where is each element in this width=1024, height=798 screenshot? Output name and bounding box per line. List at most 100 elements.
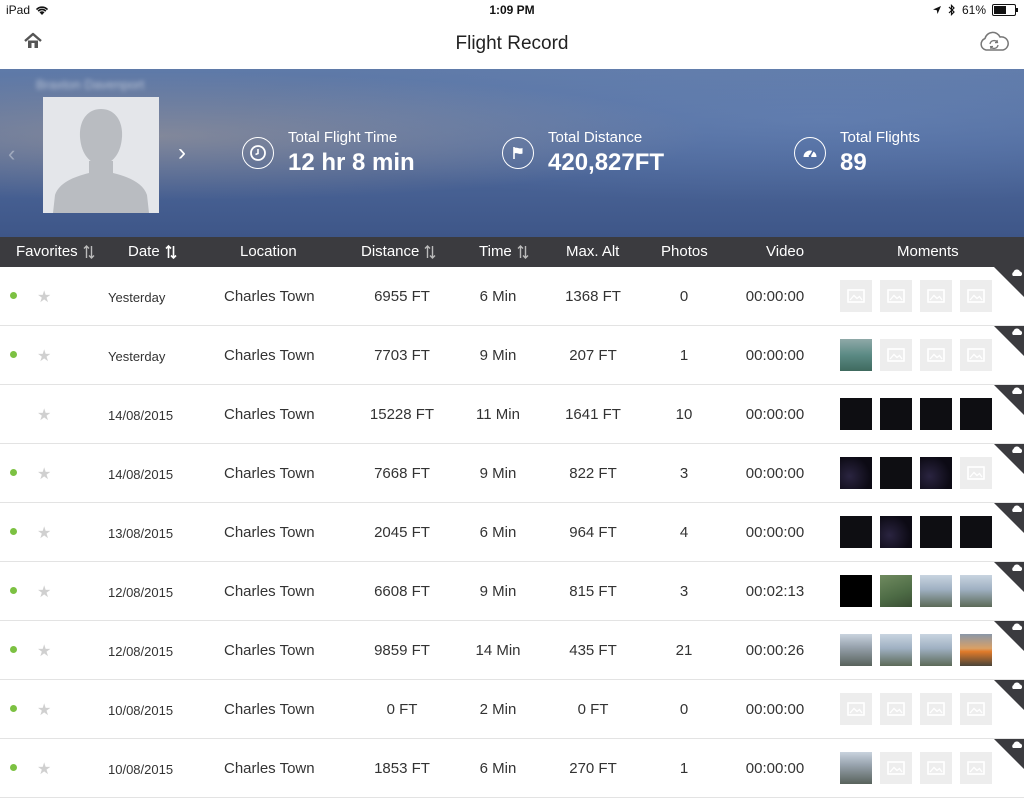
column-label: Max. Alt (566, 243, 620, 260)
cell-date: 10/08/2015 (108, 703, 174, 718)
moment-thumbnail[interactable] (960, 398, 992, 430)
cloud-sync-button[interactable] (978, 30, 1010, 54)
cell-distance: 6955 FT (374, 288, 430, 305)
favorite-star-icon[interactable]: ★ (37, 405, 51, 425)
photo-placeholder-icon[interactable] (880, 339, 912, 371)
moment-thumbnail[interactable] (960, 516, 992, 548)
cell-distance: 9859 FT (374, 642, 430, 659)
photo-placeholder-icon[interactable] (920, 693, 952, 725)
bluetooth-icon (948, 4, 955, 16)
photo-placeholder-icon[interactable] (920, 339, 952, 371)
moment-thumbnail[interactable] (960, 575, 992, 607)
column-label: Photos (661, 243, 708, 260)
column-time[interactable]: Time (479, 243, 529, 260)
column-label: Video (766, 243, 805, 260)
moment-thumbnail[interactable] (840, 457, 872, 489)
column-moments: Moments (897, 243, 959, 260)
cell-distance: 1853 FT (374, 760, 430, 777)
cell-photos: 4 (679, 524, 689, 541)
favorite-star-icon[interactable]: ★ (37, 464, 51, 484)
photo-placeholder-icon[interactable] (960, 280, 992, 312)
table-row[interactable]: ★ 10/08/2015 Charles Town 1853 FT 6 Min 270 F… (0, 739, 1024, 798)
moment-thumbnail[interactable] (920, 516, 952, 548)
battery-percent: 61% (961, 3, 986, 17)
avatar[interactable] (43, 97, 159, 213)
moment-thumbnail[interactable] (920, 634, 952, 666)
favorite-star-icon[interactable]: ★ (37, 346, 51, 366)
new-record-dot (10, 469, 17, 476)
prev-profile-button[interactable]: ‹ (8, 141, 15, 167)
table-row[interactable]: ★ 12/08/2015 Charles Town 9859 FT 14 Min 435 … (0, 621, 1024, 680)
photo-placeholder-icon[interactable] (880, 752, 912, 784)
table-row[interactable]: ★ 14/08/2015 Charles Town 7668 FT 9 Min 822 F… (0, 444, 1024, 503)
cloud-corner-icon (994, 385, 1024, 415)
sort-icon (424, 244, 436, 259)
favorite-star-icon[interactable]: ★ (37, 523, 51, 543)
cell-video: 00:00:00 (745, 701, 805, 718)
favorite-star-icon[interactable]: ★ (37, 582, 51, 602)
next-profile-button[interactable]: › (178, 139, 186, 167)
photo-placeholder-icon[interactable] (960, 339, 992, 371)
moment-thumbnail[interactable] (880, 575, 912, 607)
photo-placeholder-icon[interactable] (960, 457, 992, 489)
moment-thumbnail[interactable] (840, 398, 872, 430)
photo-placeholder-icon[interactable] (840, 693, 872, 725)
photo-placeholder-icon[interactable] (960, 693, 992, 725)
column-label: Moments (897, 243, 959, 260)
moment-thumbnail[interactable] (880, 516, 912, 548)
column-distance[interactable]: Distance (361, 243, 436, 260)
moment-thumbnail[interactable] (840, 516, 872, 548)
moment-thumbnail[interactable] (840, 634, 872, 666)
table-row[interactable]: ★ 10/08/2015 Charles Town 0 FT 2 Min 0 FT 0 00:… (0, 680, 1024, 739)
moment-thumbnail[interactable] (920, 398, 952, 430)
cell-location: Charles Town (224, 465, 315, 482)
favorite-star-icon[interactable]: ★ (37, 287, 51, 307)
cell-max-alt: 1641 FT (565, 406, 621, 423)
column-date[interactable]: Date (128, 243, 177, 260)
moment-thumbnail[interactable] (840, 575, 872, 607)
nav-bar: Flight Record (0, 20, 1024, 70)
cell-video: 00:00:00 (745, 406, 805, 423)
cell-max-alt: 964 FT (569, 524, 617, 541)
cell-video: 00:00:00 (745, 524, 805, 541)
stat-total-flight-time: Total Flight Time 12 hr 8 min (242, 129, 415, 177)
favorite-star-icon[interactable]: ★ (37, 700, 51, 720)
sort-icon (165, 244, 177, 259)
table-row[interactable]: ★ 14/08/2015 Charles Town 15228 FT 11 Min 164… (0, 385, 1024, 444)
moment-thumbnail[interactable] (880, 398, 912, 430)
stat-value: 89 (840, 149, 867, 176)
cell-distance: 7668 FT (374, 465, 430, 482)
column-favorites[interactable]: Favorites (16, 243, 95, 260)
moment-thumbnail[interactable] (880, 634, 912, 666)
moment-thumbnail[interactable] (840, 752, 872, 784)
cell-photos: 21 (675, 642, 693, 659)
photo-placeholder-icon[interactable] (880, 693, 912, 725)
table-row[interactable]: ★ 12/08/2015 Charles Town 6608 FT 9 Min 815 F… (0, 562, 1024, 621)
new-record-dot (10, 292, 17, 299)
favorite-star-icon[interactable]: ★ (37, 759, 51, 779)
photo-placeholder-icon[interactable] (920, 752, 952, 784)
cell-photos: 3 (679, 465, 689, 482)
photo-placeholder-icon[interactable] (880, 280, 912, 312)
sort-icon (517, 244, 529, 259)
stat-total-flights: Total Flights 89 (794, 129, 920, 177)
favorite-star-icon[interactable]: ★ (37, 641, 51, 661)
table-row[interactable]: ★ Yesterday Charles Town 6955 FT 6 Min 1368 F… (0, 267, 1024, 326)
photo-placeholder-icon[interactable] (840, 280, 872, 312)
cloud-corner-icon (994, 680, 1024, 710)
cell-video: 00:00:00 (745, 760, 805, 777)
moment-thumbnail[interactable] (920, 575, 952, 607)
table-row[interactable]: ★ 13/08/2015 Charles Town 2045 FT 6 Min 964 F… (0, 503, 1024, 562)
moments-thumbnails (840, 752, 992, 784)
moment-thumbnail[interactable] (960, 634, 992, 666)
stat-value: 420,827FT (548, 149, 665, 176)
cell-time: 9 Min (479, 583, 517, 600)
table-row[interactable]: ★ Yesterday Charles Town 7703 FT 9 Min 207 FT… (0, 326, 1024, 385)
column-label: Location (240, 243, 297, 260)
photo-placeholder-icon[interactable] (960, 752, 992, 784)
photo-placeholder-icon[interactable] (920, 280, 952, 312)
moment-thumbnail[interactable] (920, 457, 952, 489)
moment-thumbnail[interactable] (840, 339, 872, 371)
cell-date: 14/08/2015 (108, 467, 174, 482)
moment-thumbnail[interactable] (880, 457, 912, 489)
